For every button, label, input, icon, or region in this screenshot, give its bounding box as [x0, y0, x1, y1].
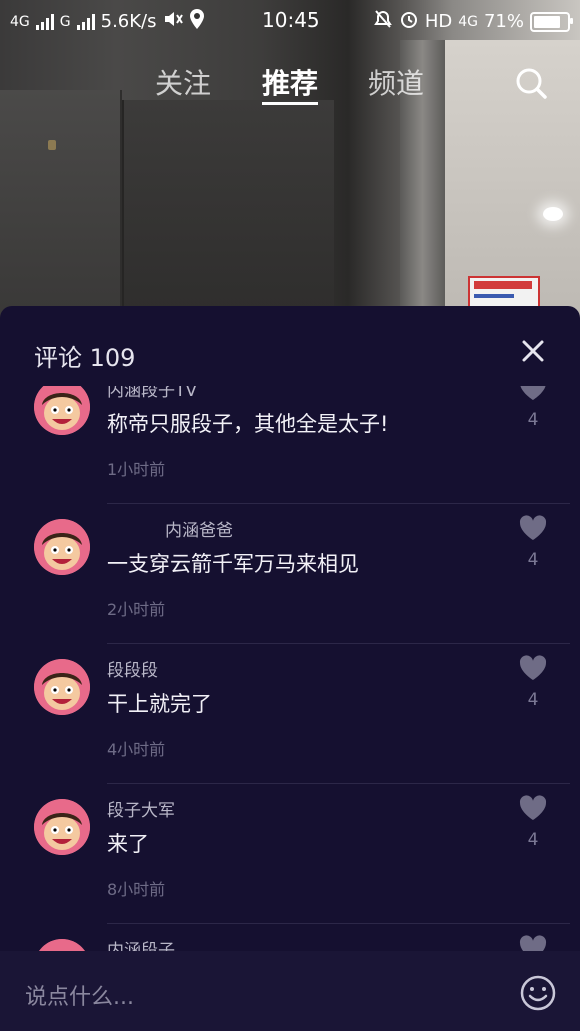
comments-header: 评论 109: [0, 306, 580, 386]
comment-item[interactable]: 段子大军 来了 8小时前 4: [0, 784, 580, 924]
comment-time: 4小时前: [107, 740, 166, 759]
like-count: 4: [527, 410, 539, 430]
like-button[interactable]: 4: [518, 386, 548, 434]
tab-follow[interactable]: 关注: [155, 62, 211, 102]
hd-label: HD: [424, 11, 453, 32]
comment-text: 来了: [107, 832, 149, 856]
comments-title: 评论 109: [34, 344, 136, 372]
comment-text: 一支穿云箭千军万马来相见: [107, 552, 359, 576]
close-icon[interactable]: [518, 336, 548, 366]
comment-input-bar: 说点什么...: [0, 951, 580, 1031]
comment-list[interactable]: 内涵段子TV 称帝只服段子，其他全是太子! 1小时前 4 内涵爸爸 一支穿云箭千…: [0, 386, 580, 951]
tab-recommend[interactable]: 推荐: [262, 62, 318, 102]
active-tab-indicator: [262, 102, 318, 105]
heart-icon: [519, 795, 547, 820]
tab-channel[interactable]: 频道: [368, 62, 424, 102]
battery-icon: [530, 11, 573, 32]
comment-item[interactable]: 段段段 干上就完了 4小时前 4: [0, 644, 580, 784]
like-count: 4: [527, 690, 539, 710]
door-knob: [48, 140, 56, 150]
comment-time: 8小时前: [107, 880, 166, 899]
emoji-icon[interactable]: [518, 973, 558, 1013]
like-count: 4: [527, 830, 539, 850]
alarm-off-icon: [373, 9, 393, 34]
comment-time: 1小时前: [107, 460, 166, 479]
comments-panel: 评论 109 内涵段子TV 称帝只服段子，其他全是太子! 1小时前 4 内涵爸爸…: [0, 306, 580, 1031]
avatar[interactable]: [34, 519, 90, 575]
comment-input[interactable]: 说点什么...: [25, 979, 134, 1011]
video-player[interactable]: [0, 0, 580, 340]
avatar[interactable]: [34, 659, 90, 715]
heart-icon: [520, 386, 546, 400]
avatar[interactable]: [34, 799, 90, 855]
elevator-door-left: [0, 90, 122, 310]
comment-username[interactable]: 段子大军: [107, 796, 175, 821]
status-bar: 4G G 5.6K/s 10:45 HD 4G 71%: [0, 0, 580, 40]
location-icon: [189, 9, 205, 34]
screen: 4G G 5.6K/s 10:45 HD 4G 71% 关注 推荐 频道 评论 …: [0, 0, 580, 1031]
network-type-2: G: [59, 13, 71, 30]
heart-icon: [519, 655, 547, 680]
comment-username[interactable]: 内涵段子TV: [107, 386, 197, 401]
elevator-door-right: [122, 100, 334, 310]
signal-icon: [35, 13, 54, 30]
search-icon[interactable]: [512, 64, 552, 104]
comment-username[interactable]: 段段段: [107, 656, 158, 681]
comment-time: 2小时前: [107, 600, 166, 619]
signal-icon: [76, 13, 95, 30]
like-button[interactable]: [518, 934, 548, 951]
alarm-clock-icon: [399, 9, 419, 34]
network-type-3: 4G: [458, 13, 478, 30]
heart-icon: [519, 935, 547, 951]
avatar[interactable]: [34, 939, 90, 951]
battery-level: 71%: [483, 11, 524, 32]
comment-item[interactable]: 内涵爸爸 一支穿云箭千军万马来相见 2小时前 4: [0, 504, 580, 644]
clock: 10:45: [262, 8, 320, 32]
top-nav: 关注 推荐 频道: [0, 58, 580, 108]
comment-text: 称帝只服段子，其他全是太子!: [107, 412, 389, 436]
like-button[interactable]: 4: [518, 654, 548, 714]
mute-icon: [163, 10, 183, 33]
comment-username[interactable]: 内涵段子: [107, 936, 175, 951]
like-count: 4: [527, 550, 539, 570]
network-type-1: 4G: [10, 13, 30, 30]
like-button[interactable]: 4: [518, 514, 548, 574]
comment-text: 干上就完了: [107, 692, 212, 716]
comment-item[interactable]: 内涵段子TV 称帝只服段子，其他全是太子! 1小时前 4: [0, 386, 580, 504]
comment-username[interactable]: 内涵爸爸: [165, 516, 233, 541]
like-button[interactable]: 4: [518, 794, 548, 854]
ceiling-lamp: [543, 207, 563, 221]
heart-icon: [519, 515, 547, 540]
comment-item[interactable]: 内涵段子: [0, 924, 580, 951]
avatar[interactable]: [34, 386, 90, 435]
network-speed: 5.6K/s: [100, 11, 157, 32]
